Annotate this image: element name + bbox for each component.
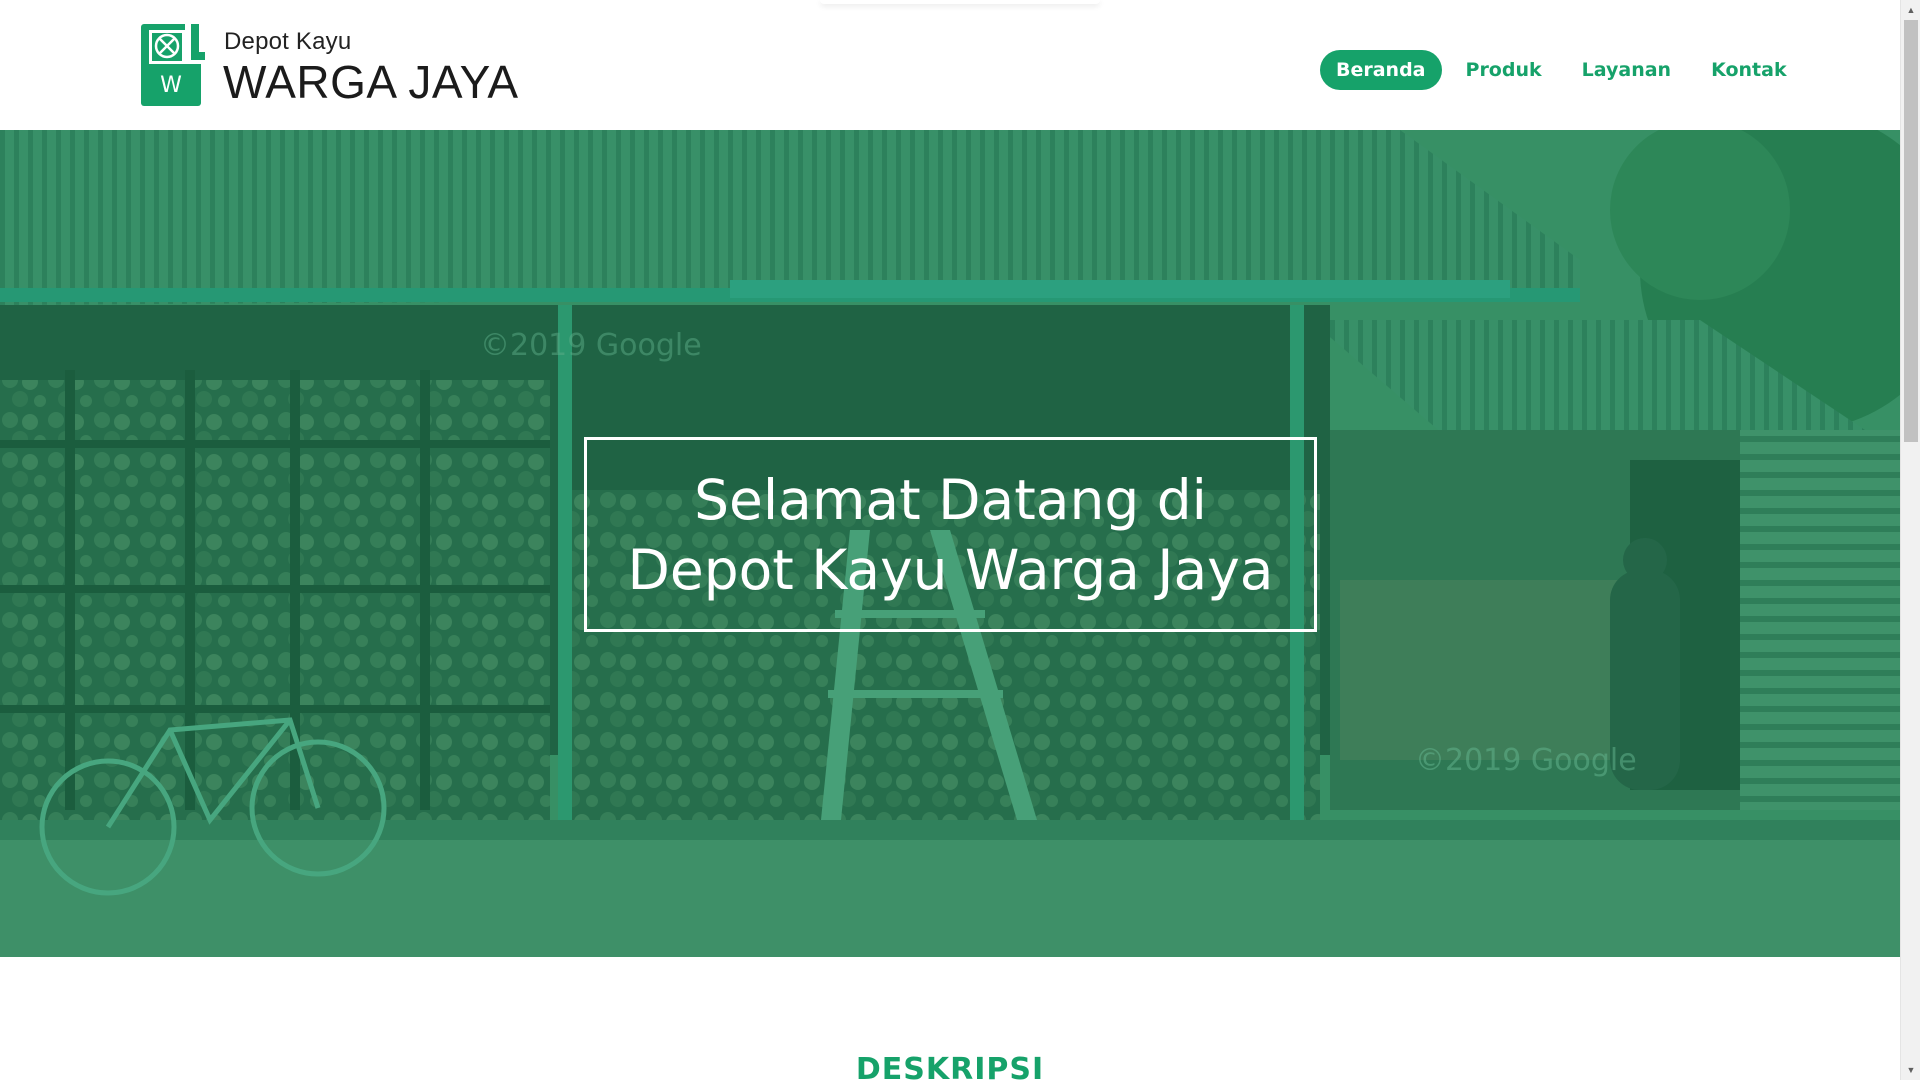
- chevron-down-icon[interactable]: ▼: [1901, 1060, 1920, 1080]
- nav-item-produk[interactable]: Produk: [1450, 50, 1558, 90]
- welcome-heading-line1: Selamat Datang di: [694, 467, 1207, 532]
- chevron-up-icon[interactable]: ▲: [1901, 0, 1920, 20]
- nav-item-kontak[interactable]: Kontak: [1695, 50, 1803, 90]
- svg-text:W: W: [160, 73, 182, 98]
- welcome-heading-line2: Depot Kayu Warga Jaya: [627, 537, 1274, 602]
- vertical-scrollbar[interactable]: ▲ ▼: [1900, 0, 1920, 1080]
- nav-item-layanan[interactable]: Layanan: [1566, 50, 1687, 90]
- brand-subtitle: Depot Kayu: [224, 28, 352, 55]
- site-header: W Depot Kayu WARGA JAYA Beranda Produk L…: [0, 0, 1900, 130]
- welcome-box: Selamat Datang di Depot Kayu Warga Jaya: [584, 437, 1317, 632]
- nav-item-beranda[interactable]: Beranda: [1320, 50, 1442, 90]
- brand-title[interactable]: WARGA JAYA: [223, 55, 519, 109]
- hero-banner: ©2019 Google ©2019 Google Selamat Datang…: [0, 130, 1900, 957]
- main-nav: Beranda Produk Layanan Kontak: [1320, 50, 1803, 90]
- scrollbar-thumb[interactable]: [1904, 20, 1918, 442]
- header-shadow: [820, 0, 1100, 4]
- saw-blade-logo-icon[interactable]: W: [141, 24, 205, 106]
- section-title-deskripsi: DESKRIPSI: [855, 1052, 1045, 1080]
